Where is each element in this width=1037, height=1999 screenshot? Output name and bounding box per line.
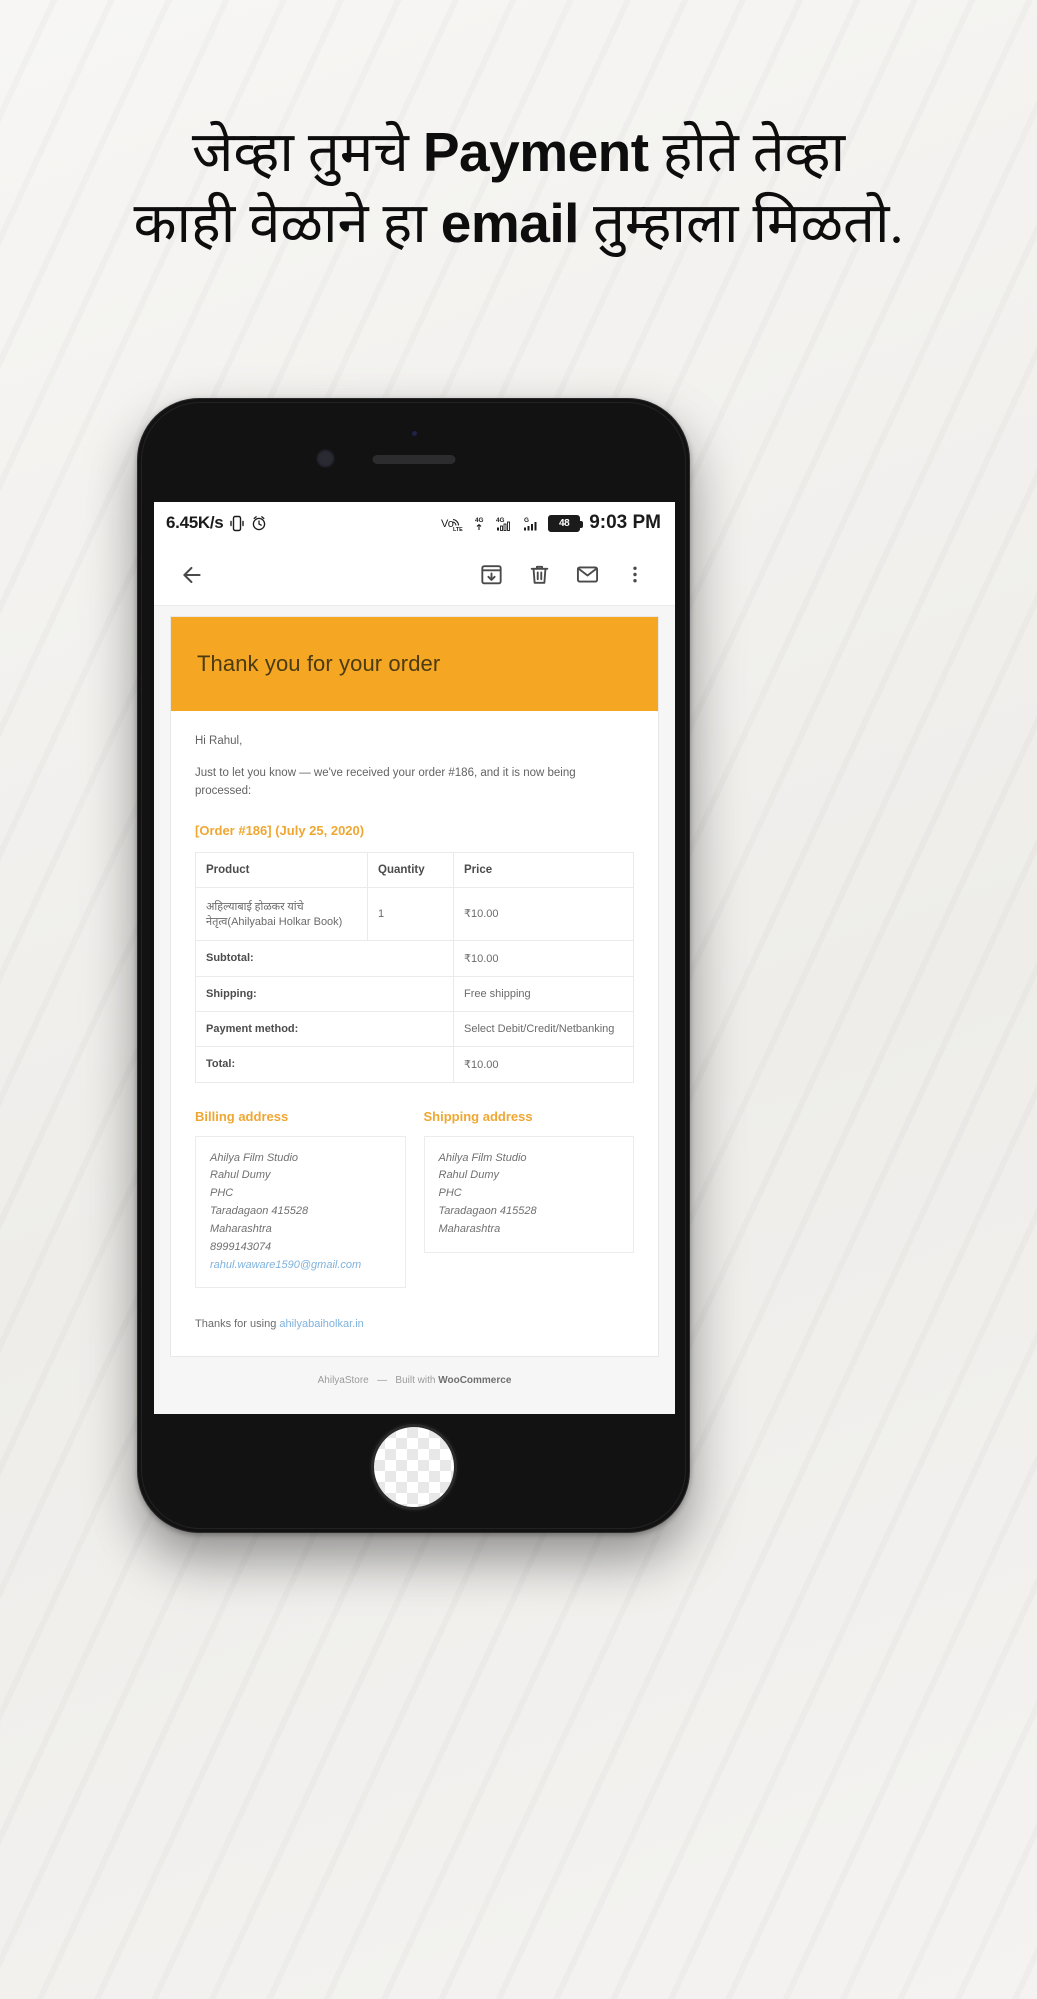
table-row-shipping: Shipping: Free shipping: [195, 975, 634, 1012]
billing-line-5: Maharashtra: [210, 1222, 272, 1235]
billing-line-2: Rahul Dumy: [210, 1169, 271, 1182]
headline-line-2: काही वेळाने हा email तुम्हाला मिळतो.: [24, 189, 1013, 260]
billing-line-3: PHC: [210, 1187, 234, 1200]
table-row-product: अहिल्याबाई होळकर यांचे नेतृत्व(Ahilyabai…: [195, 886, 634, 941]
volte-icon: Vo LTE: [441, 515, 467, 532]
store-website-link[interactable]: ahilyabaiholkar.in: [279, 1318, 363, 1330]
svg-text:4G: 4G: [475, 517, 484, 524]
phone-screen: 6.45K/s Vo LTE 4G 4G G 48 9:03 PM Thank …: [154, 502, 675, 1414]
billing-email-link[interactable]: rahul.waware1590@gmail.com: [210, 1259, 361, 1271]
headline-line-1-suffix: होते तेव्हा: [648, 122, 846, 184]
svg-text:LTE: LTE: [453, 527, 463, 532]
column-header-quantity: Quantity: [367, 851, 454, 888]
value-payment-method: Select Debit/Credit/Netbanking: [453, 1010, 634, 1047]
addresses-section: Billing address Ahilya Film Studio Rahul…: [195, 1109, 634, 1289]
network-speed-label: 6.45K/s: [166, 513, 224, 532]
footer-platform-name: WooCommerce: [438, 1375, 512, 1387]
headline-line-1-prefix: जेव्हा तुमचे: [191, 122, 423, 184]
label-payment-method: Payment method:: [195, 1010, 454, 1047]
earpiece-speaker: [372, 455, 455, 464]
product-name-title: नेतृत्व(Ahilyabai Holkar Book): [206, 915, 343, 928]
alarm-clock-icon: [251, 515, 267, 531]
email-body: Hi Rahul, Just to let you know — we've r…: [171, 711, 658, 1356]
footer-builtwith-label: Built with: [395, 1375, 439, 1387]
label-subtotal: Subtotal:: [195, 939, 454, 977]
shipping-address-column: Shipping address Ahilya Film Studio Rahu…: [423, 1108, 634, 1289]
thanks-message: Thanks for using ahilyabaiholkar.in: [195, 1318, 634, 1330]
back-arrow-icon[interactable]: [168, 551, 216, 599]
product-name-devanagari: अहिल्याबाई होळकर यांचे: [206, 900, 304, 913]
battery-icon: 48: [548, 514, 584, 532]
shipping-line-3: PHC: [438, 1187, 462, 1200]
phone-mockup: 6.45K/s Vo LTE 4G 4G G 48 9:03 PM Thank …: [137, 398, 690, 1533]
trash-icon[interactable]: [515, 551, 563, 599]
cell-product-name: अहिल्याबाई होळकर यांचे नेतृत्व(Ahilyabai…: [195, 886, 368, 941]
value-subtotal: ₹10.00: [453, 939, 634, 977]
sim3-signal-icon: G: [523, 515, 541, 532]
email-card: Thank you for your order Hi Rahul, Just …: [170, 616, 659, 1358]
headline-line-1: जेव्हा तुमचे Payment होते तेव्हा: [24, 118, 1013, 189]
table-row-subtotal: Subtotal: ₹10.00: [195, 939, 634, 977]
battery-level-label: 48: [550, 516, 579, 530]
headline-line-2-prefix: काही वेळाने हा: [133, 192, 441, 255]
svg-text:4G: 4G: [496, 517, 505, 524]
sim1-signal-icon: 4G: [474, 515, 489, 532]
billing-line-4: Taradagaon 415528: [210, 1205, 309, 1218]
email-intro-text: Just to let you know — we've received yo…: [195, 767, 576, 797]
status-bar: 6.45K/s Vo LTE 4G 4G G 48 9:03 PM: [154, 502, 675, 544]
front-camera-icon: [316, 449, 335, 468]
proximity-sensor-icon: [412, 431, 417, 436]
billing-address-column: Billing address Ahilya Film Studio Rahul…: [195, 1109, 406, 1289]
headline-line-2-suffix: तुम्हाला मिळतो.: [578, 192, 904, 255]
cell-product-quantity: 1: [367, 886, 454, 941]
shipping-line-2: Rahul Dumy: [438, 1169, 500, 1182]
shipping-line-5: Maharashtra: [438, 1222, 501, 1235]
status-bar-right: Vo LTE 4G 4G G 48 9:03 PM: [441, 512, 661, 534]
shipping-line-4: Taradagaon 415528: [438, 1205, 537, 1218]
more-vertical-icon[interactable]: [611, 551, 659, 599]
label-shipping: Shipping:: [195, 975, 454, 1012]
thanks-prefix: Thanks for using: [195, 1318, 280, 1331]
shipping-address-box: Ahilya Film Studio Rahul Dumy PHC Tarada…: [423, 1135, 634, 1253]
mail-toolbar: [154, 544, 675, 606]
email-footer: AhilyaStore — Built with WooCommerce: [317, 1375, 512, 1387]
billing-address-title: Billing address: [195, 1108, 289, 1124]
value-shipping: Free shipping: [453, 975, 634, 1012]
column-header-price: Price: [453, 851, 634, 888]
sim2-signal-icon: 4G: [496, 515, 516, 532]
clock-label: 9:03 PM: [589, 512, 661, 533]
order-heading: [Order #186] (July 25, 2020): [195, 822, 365, 838]
footer-store-name: AhilyaStore: [317, 1375, 369, 1387]
svg-text:Vo: Vo: [441, 518, 454, 530]
table-header-row: Product Quantity Price: [195, 851, 634, 888]
label-total: Total:: [195, 1045, 454, 1083]
promo-headline: जेव्हा तुमचे Payment होते तेव्हा काही वे…: [0, 118, 1037, 259]
column-header-product: Product: [195, 851, 368, 888]
shipping-line-1: Ahilya Film Studio: [438, 1151, 527, 1164]
envelope-icon[interactable]: [563, 551, 611, 599]
billing-line-1: Ahilya Film Studio: [210, 1151, 299, 1164]
billing-phone: 8999143074: [210, 1240, 272, 1253]
vibrate-icon: [230, 515, 245, 532]
order-table: Product Quantity Price अहिल्याबाई होळकर …: [195, 851, 634, 1083]
home-button[interactable]: [370, 1424, 457, 1510]
svg-text:G: G: [524, 517, 529, 524]
cell-product-price: ₹10.00: [453, 886, 634, 941]
headline-line-2-highlight: email: [440, 191, 580, 254]
status-bar-left: 6.45K/s: [166, 513, 267, 533]
table-row-payment-method: Payment method: Select Debit/Credit/Netb…: [195, 1010, 634, 1047]
billing-address-box: Ahilya Film Studio Rahul Dumy PHC Tarada…: [195, 1135, 406, 1289]
headline-line-1-highlight: Payment: [422, 121, 649, 183]
email-header-banner: Thank you for your order: [171, 617, 658, 711]
archive-icon[interactable]: [467, 551, 515, 599]
email-scroll-area[interactable]: Thank you for your order Hi Rahul, Just …: [154, 606, 675, 1414]
email-header-title: Thank you for your order: [197, 651, 441, 676]
shipping-address-title: Shipping address: [423, 1108, 533, 1124]
table-row-total: Total: ₹10.00: [195, 1045, 634, 1083]
value-total: ₹10.00: [453, 1045, 634, 1083]
email-greeting: Hi Rahul,: [195, 735, 243, 747]
